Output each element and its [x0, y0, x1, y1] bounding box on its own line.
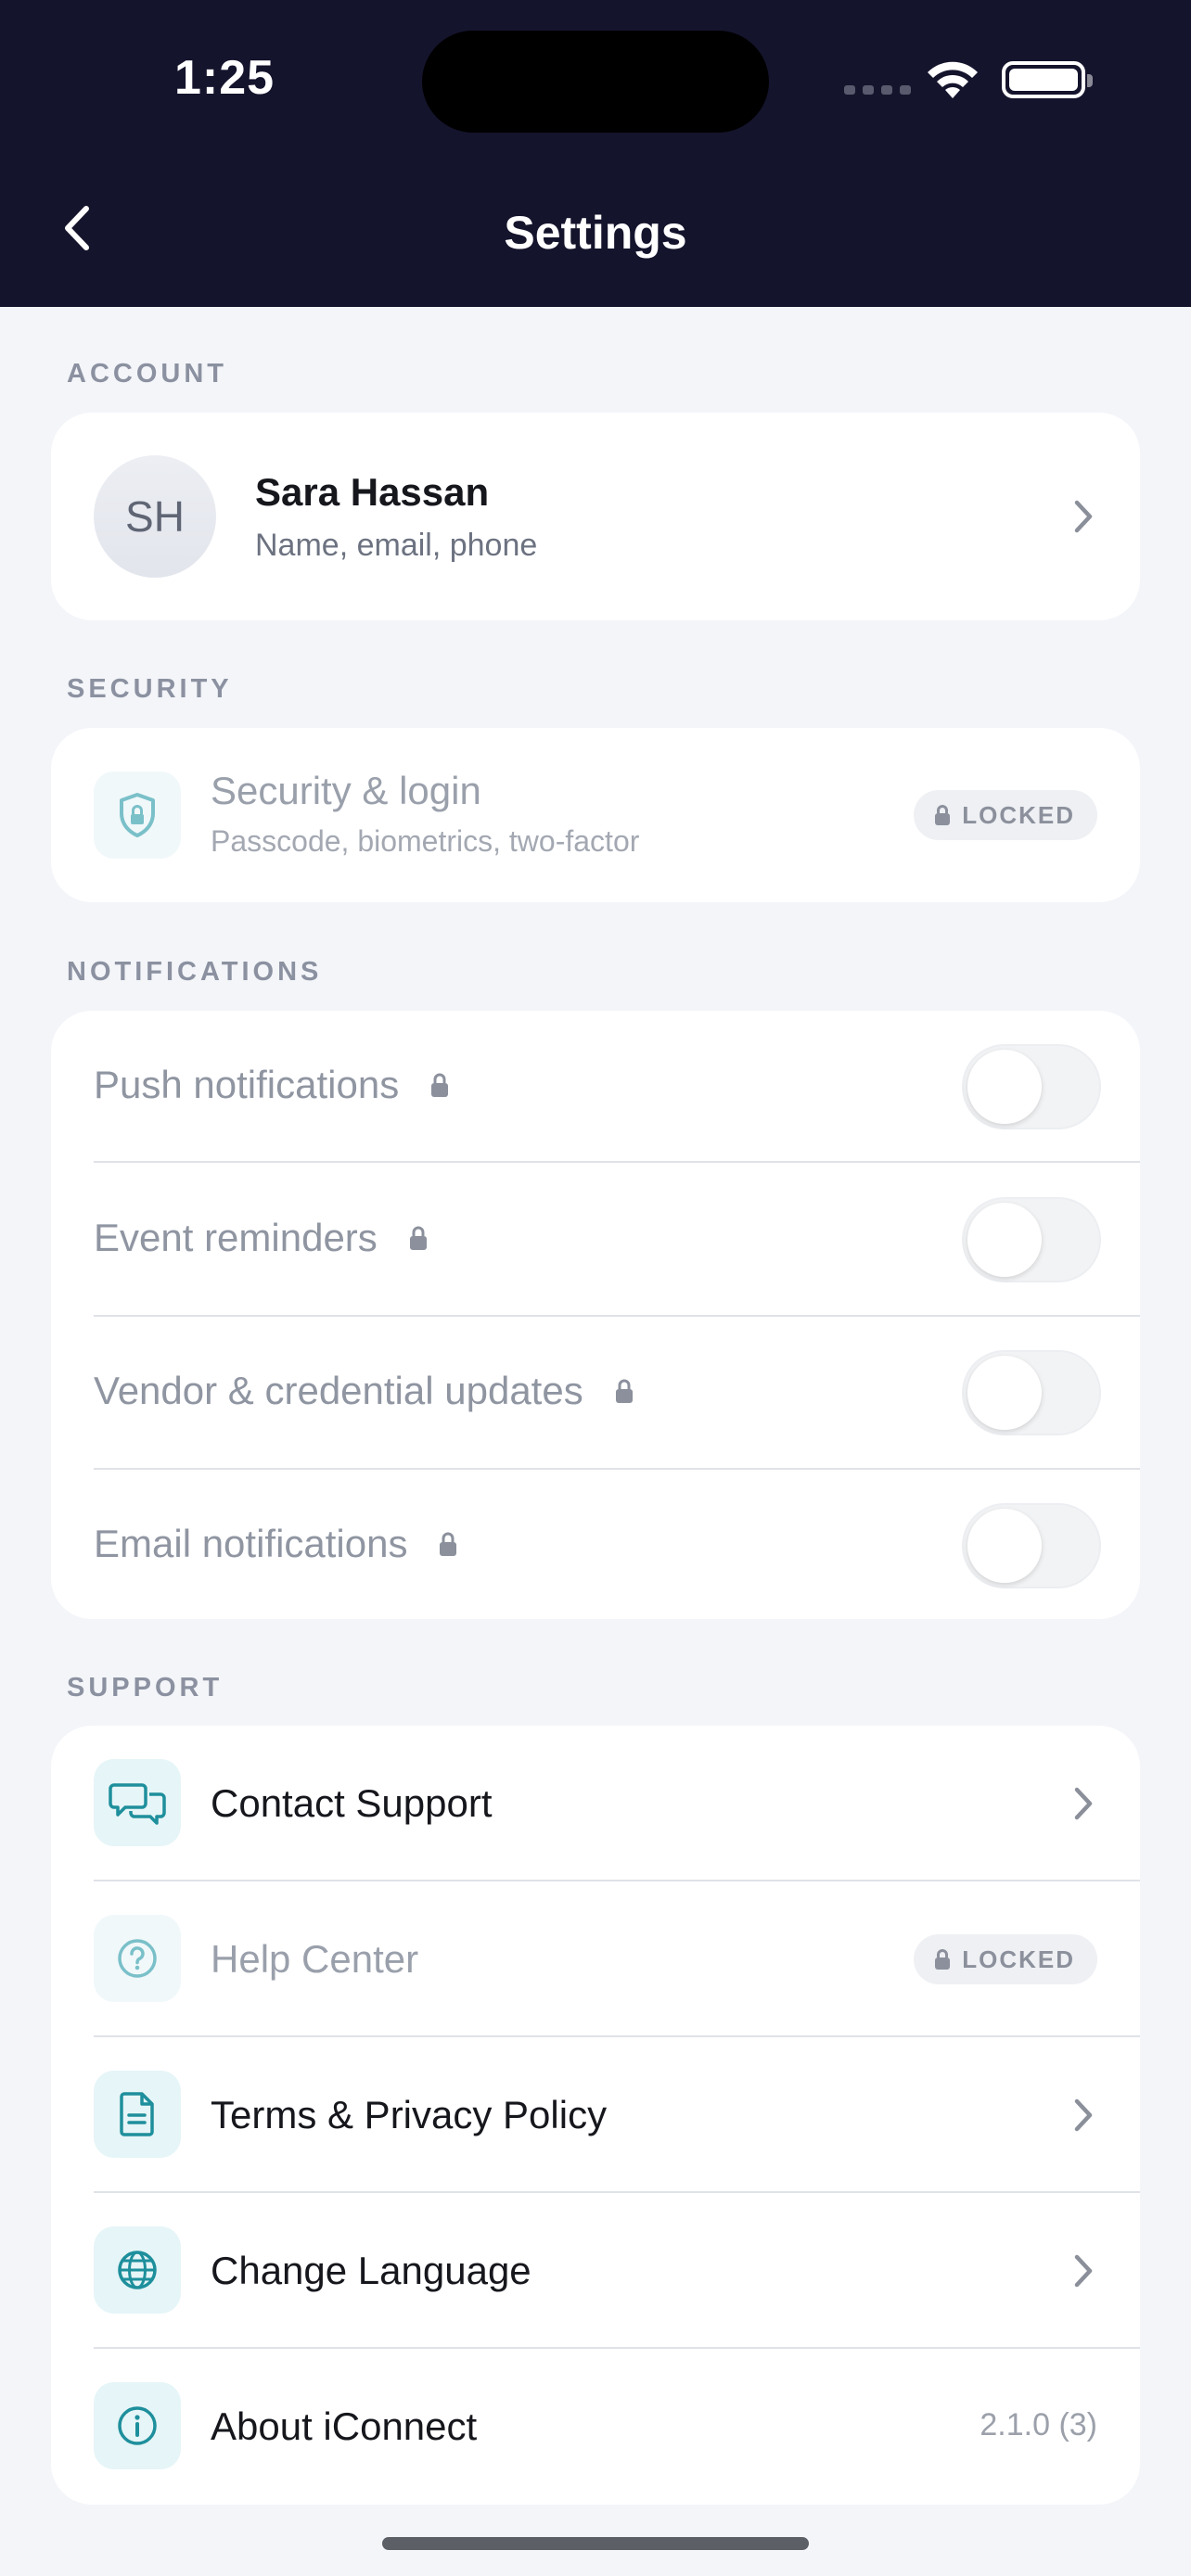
support-item-label: Terms & Privacy Policy — [211, 2093, 608, 2136]
dynamic-island — [422, 31, 769, 133]
lock-icon — [615, 1379, 633, 1403]
account-profile-row[interactable]: SH Sara Hassan Name, email, phone — [51, 413, 1140, 620]
home-indicator — [382, 2537, 809, 2550]
section-label-security: SECURITY — [67, 674, 233, 704]
lock-icon — [935, 805, 951, 825]
document-icon — [94, 2071, 181, 2158]
event-reminders-toggle[interactable] — [962, 1197, 1101, 1282]
locked-badge-label: LOCKED — [962, 800, 1075, 829]
chevron-right-icon — [1074, 2254, 1093, 2288]
question-circle-icon — [94, 1915, 181, 2002]
section-label-notifications: NOTIFICATIONS — [67, 957, 323, 987]
account-name: Sara Hassan — [255, 470, 490, 514]
locked-badge-label: LOCKED — [962, 1945, 1075, 1973]
section-label-account: ACCOUNT — [67, 359, 227, 389]
chat-bubbles-icon — [94, 1759, 181, 1846]
notification-row-vendor-updates: Vendor & credential updates — [51, 1317, 1140, 1470]
globe-icon — [94, 2226, 181, 2314]
app-version: 2.1.0 (3) — [980, 2407, 1097, 2442]
notification-row-push: Push notifications — [51, 1011, 1140, 1164]
wifi-icon — [928, 61, 978, 98]
lock-icon — [935, 1949, 951, 1970]
chevron-right-icon — [1074, 500, 1093, 533]
app-header: 1:25 Settings — [0, 0, 1191, 307]
notification-label: Event reminders — [94, 1216, 378, 1259]
support-item-label: About iConnect — [211, 2404, 478, 2448]
security-subtitle: Passcode, biometrics, two-factor — [211, 824, 640, 858]
support-row-help-center: Help Center LOCKED — [51, 1881, 1140, 2037]
support-row-terms[interactable]: Terms & Privacy Policy — [51, 2037, 1140, 2193]
battery-icon — [1002, 61, 1093, 98]
support-item-label: Change Language — [211, 2249, 531, 2292]
vendor-updates-toggle[interactable] — [962, 1350, 1101, 1435]
account-subtitle: Name, email, phone — [255, 528, 538, 563]
page-title: Settings — [504, 207, 687, 259]
notification-row-event-reminders: Event reminders — [51, 1163, 1140, 1316]
status-time: 1:25 — [174, 51, 275, 105]
support-row-contact[interactable]: Contact Support — [51, 1726, 1140, 1881]
account-card: SH Sara Hassan Name, email, phone — [51, 413, 1140, 620]
chevron-right-icon — [1074, 1787, 1093, 1820]
locked-badge: LOCKED — [914, 1934, 1097, 1984]
locked-badge: LOCKED — [914, 790, 1097, 840]
push-notifications-toggle[interactable] — [962, 1044, 1101, 1129]
support-row-about[interactable]: About iConnect 2.1.0 (3) — [51, 2349, 1140, 2505]
notification-label: Vendor & credential updates — [94, 1369, 583, 1412]
support-item-label: Help Center — [211, 1937, 419, 1981]
chevron-right-icon — [1074, 2098, 1093, 2132]
info-circle-icon — [94, 2382, 181, 2469]
avatar: SH — [94, 455, 216, 578]
notifications-card: Push notifications Event reminders Vendo… — [51, 1011, 1140, 1619]
notification-row-email: Email notifications — [51, 1470, 1140, 1619]
support-row-language[interactable]: Change Language — [51, 2193, 1140, 2349]
lock-icon — [440, 1532, 457, 1556]
security-login-row: Security & login Passcode, biometrics, t… — [51, 728, 1140, 902]
email-notifications-toggle[interactable] — [962, 1503, 1101, 1588]
notification-label: Email notifications — [94, 1522, 408, 1565]
security-title: Security & login — [211, 769, 481, 812]
support-card: Contact Support Help Center LOCKED Terms… — [51, 1726, 1140, 2505]
lock-icon — [409, 1226, 427, 1250]
notification-label: Push notifications — [94, 1063, 400, 1106]
security-card: Security & login Passcode, biometrics, t… — [51, 728, 1140, 902]
section-label-support: SUPPORT — [67, 1673, 224, 1702]
shield-icon — [94, 772, 181, 859]
lock-icon — [431, 1073, 449, 1097]
support-item-label: Contact Support — [211, 1781, 493, 1825]
cellular-signal-icon — [844, 85, 911, 95]
